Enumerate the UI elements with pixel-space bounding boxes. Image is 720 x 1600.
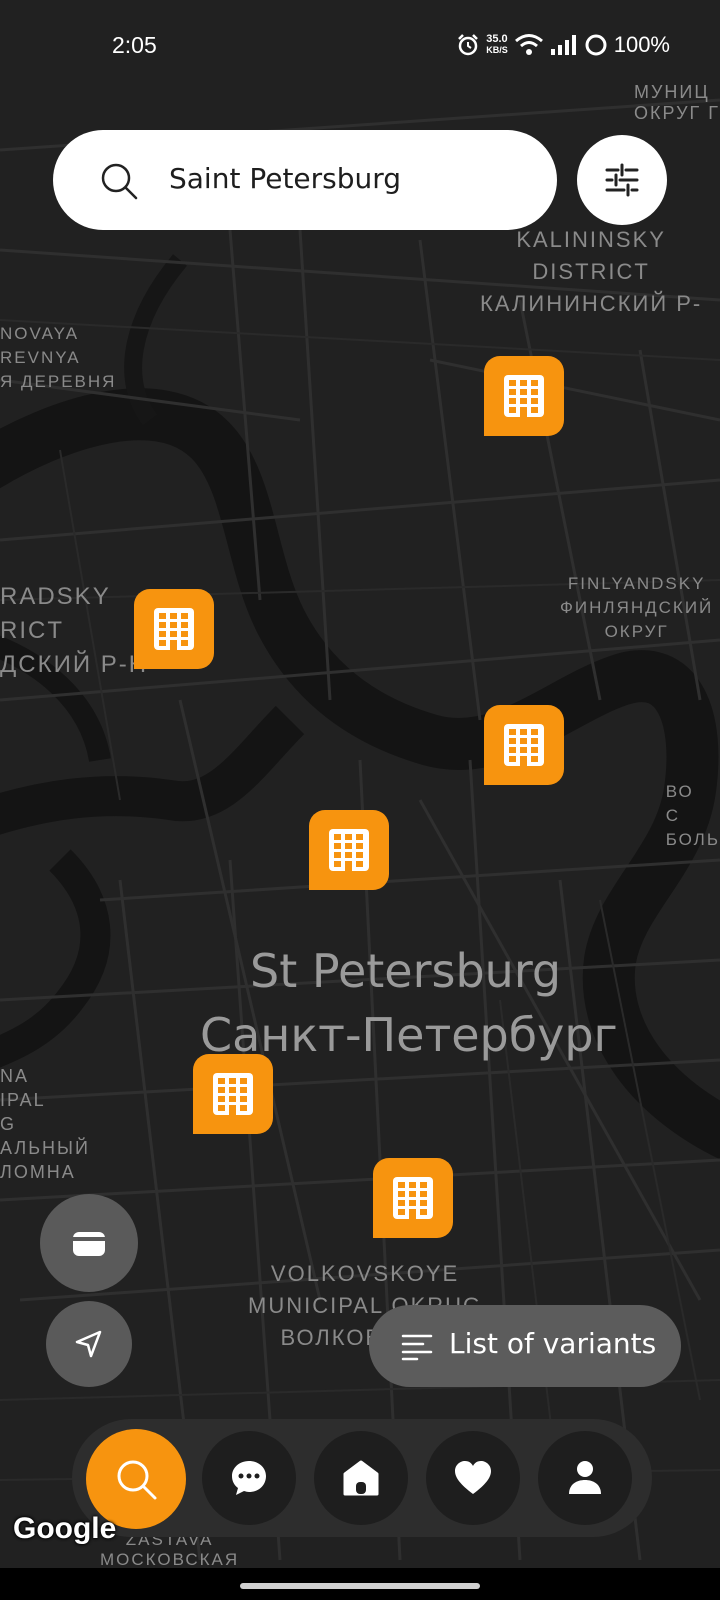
profile-icon [569, 1461, 601, 1494]
map-label-line: С [665, 806, 680, 825]
map-label-line: ДСКИЙ Р-Н [0, 651, 149, 678]
nav-favorites[interactable] [426, 1431, 520, 1525]
map-label-line: NA [0, 1066, 30, 1086]
list-of-variants-button[interactable]: List of variants [369, 1305, 681, 1387]
map-label-line: VOLKOVSKOYE [270, 1261, 460, 1286]
wallet-icon [73, 1232, 105, 1256]
nav-home[interactable] [314, 1431, 408, 1525]
building-icon [213, 1073, 253, 1115]
alarm-icon [458, 34, 479, 56]
property-pin[interactable] [484, 705, 564, 785]
heart-icon [455, 1461, 491, 1494]
network-speed-value: 35.0 [486, 33, 508, 45]
network-speed-unit: KB/S [486, 45, 508, 55]
building-icon [154, 608, 194, 650]
search-icon [117, 1460, 157, 1500]
map-label-finlyandsky: FINLYANDSKY ФИНЛЯНДСКИЙ ОКРУГ [560, 572, 713, 644]
building-icon [393, 1177, 433, 1219]
home-indicator[interactable] [240, 1583, 480, 1589]
map-label-line: ЛОМНА [0, 1162, 76, 1182]
map-label-line: ОКРУГ [604, 622, 669, 641]
map-label-kolomna: NA IPAL G АЛЬНЫЙ ЛОМНА [0, 1064, 90, 1184]
status-icons: 35.0 KB/S 100% [456, 32, 670, 58]
nav-chat[interactable] [202, 1431, 296, 1525]
chat-bubble-icon [232, 1461, 266, 1495]
city-label-ru: Санкт-Петербург [200, 1008, 618, 1062]
map-label-kalininsky: KALININSKY DISTRICT КАЛИНИНСКИЙ Р- [480, 224, 702, 320]
property-pin[interactable] [373, 1158, 453, 1238]
map-label-line: БОЛЬ [665, 830, 720, 849]
map-label-line: IPAL [0, 1090, 46, 1110]
building-icon [504, 375, 544, 417]
map-label-line: FINLYANDSKY [567, 574, 706, 593]
map-label-line: АЛЬНЫЙ [0, 1138, 90, 1158]
list-of-variants-label: List of variants [449, 1327, 657, 1360]
search-input[interactable]: Saint Petersburg [169, 162, 401, 195]
property-pin[interactable] [193, 1054, 273, 1134]
search-bar[interactable]: Saint Petersburg [53, 130, 557, 230]
filter-button[interactable] [577, 135, 667, 225]
map-label-line: МУНИЦ [633, 82, 710, 102]
sliders-icon [605, 163, 639, 197]
map-label-line: G [0, 1114, 17, 1134]
google-attribution: Google [13, 1512, 117, 1545]
map-label-line: Я ДЕРЕВНЯ [0, 372, 117, 391]
map-label-line: REVNYA [0, 348, 81, 367]
map-label-line: RICT [0, 617, 64, 644]
status-time: 2:05 [112, 32, 157, 58]
list-lines-icon [401, 1334, 433, 1361]
map-label-municipal: МУНИЦ ОКРУГ Г [634, 82, 720, 124]
battery-ring-icon [585, 34, 607, 56]
map-label-line: ФИНЛЯНДСКИЙ [560, 598, 714, 617]
navigation-arrow-icon [75, 1330, 102, 1358]
battery-percent: 100% [613, 32, 670, 57]
map-label-line: МОСКОВСКАЯ [100, 1550, 240, 1569]
network-speed: 35.0 KB/S [486, 34, 508, 56]
map-label-line: КАЛИНИНСКИЙ Р- [480, 291, 703, 316]
search-icon [101, 163, 138, 200]
nav-profile[interactable] [538, 1431, 632, 1525]
building-icon [504, 724, 544, 766]
map-label-novaya-derevnya: NOVAYA REVNYA Я ДЕРЕВНЯ [0, 322, 116, 394]
wifi-icon [514, 34, 543, 55]
map-label-bolshaya: ВО С БОЛЬ [666, 780, 720, 852]
signal-icon [550, 35, 576, 55]
property-pin[interactable] [484, 356, 564, 436]
property-pin[interactable] [134, 589, 214, 669]
map-label-line: NOVAYA [0, 324, 80, 343]
map-label-line: ВО [665, 782, 694, 801]
building-icon [329, 829, 369, 871]
my-location-button[interactable] [46, 1301, 132, 1387]
wallet-button[interactable] [40, 1194, 138, 1292]
city-label-en: St Petersburg [250, 944, 562, 998]
map-label-line: ОКРУГ Г [633, 103, 720, 123]
status-bar: 2:05 35.0 KB/S 100% [0, 0, 720, 92]
map-label-gradsky: RADSKY RICT ДСКИЙ Р-Н [0, 580, 148, 682]
map-label-line: DISTRICT [532, 259, 650, 284]
map-label-line: RADSKY [0, 583, 111, 610]
property-pin[interactable] [309, 810, 389, 890]
home-icon [343, 1460, 379, 1496]
